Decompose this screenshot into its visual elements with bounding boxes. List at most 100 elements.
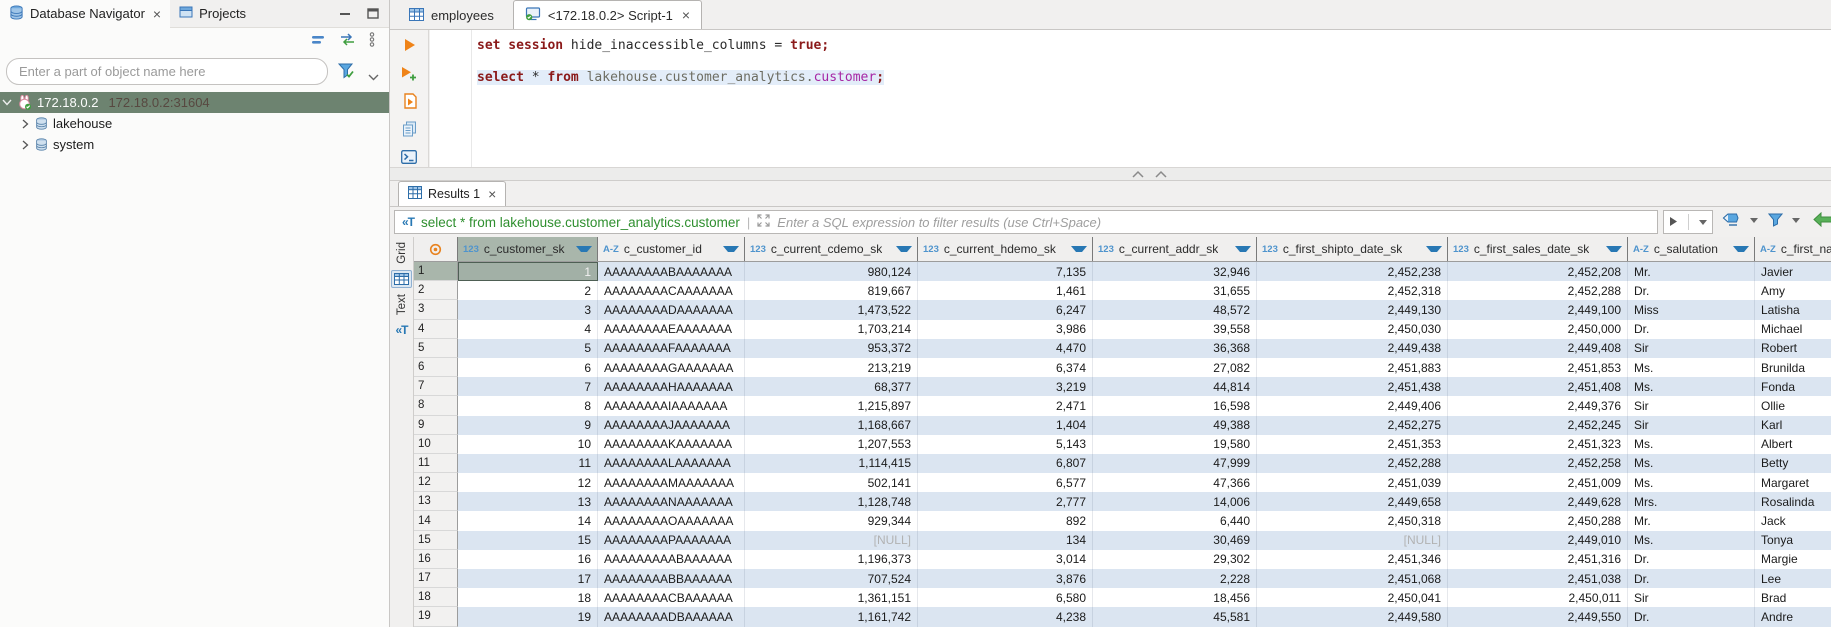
grid-cell[interactable]: 4,238 [918, 607, 1093, 626]
grid-cell[interactable]: 2,449,408 [1448, 339, 1628, 358]
grid-cell[interactable]: 2,451,438 [1257, 377, 1448, 396]
text-presentation-icon[interactable]: «T [391, 321, 412, 339]
grid-cell[interactable]: 2,449,658 [1257, 492, 1448, 511]
grid-cell[interactable]: 1,128,748 [745, 492, 918, 511]
grid-cell[interactable]: 2,452,288 [1257, 454, 1448, 473]
row-number[interactable]: 14 [414, 511, 458, 530]
close-icon[interactable]: × [153, 6, 161, 22]
tab-results-1[interactable]: Results 1 × [398, 181, 506, 206]
grid-cell[interactable]: 16 [458, 550, 598, 569]
grid-cell[interactable]: 707,524 [745, 569, 918, 588]
grid-cell[interactable]: 19,580 [1093, 435, 1257, 454]
grid-cell[interactable]: 2,450,041 [1257, 588, 1448, 607]
erase-filter-icon[interactable] [1722, 213, 1739, 229]
grid-cell[interactable]: 49,388 [1093, 416, 1257, 435]
grid-cell[interactable]: 6,577 [918, 473, 1093, 492]
sort-dropdown-icon[interactable] [723, 246, 739, 252]
grid-cell[interactable]: 2,449,580 [1257, 607, 1448, 626]
grid-cell[interactable]: 30,469 [1093, 531, 1257, 550]
grid-cell[interactable]: 2,471 [918, 396, 1093, 415]
row-number[interactable]: 11 [414, 454, 458, 473]
grid-cell[interactable]: Robert [1755, 339, 1831, 358]
tab-projects[interactable]: Projects [170, 0, 255, 28]
grid-cell[interactable]: AAAAAAAACAAAAAAA [598, 281, 745, 300]
grid-cell[interactable]: 3 [458, 300, 598, 319]
expander-expanded-icon[interactable] [0, 99, 14, 106]
grid-cell[interactable]: 134 [918, 531, 1093, 550]
grid-cell[interactable]: AAAAAAAAKAAAAAAA [598, 435, 745, 454]
tab-database-navigator[interactable]: Database Navigator × [0, 0, 170, 28]
sql-console-icon[interactable] [398, 148, 420, 166]
grid-cell[interactable]: Dr. [1628, 320, 1755, 339]
grid-cell[interactable]: 1,461 [918, 281, 1093, 300]
tab-sql-script[interactable]: <172.18.0.2> Script-1 × [513, 0, 702, 29]
grid-cell[interactable]: Dr. [1628, 281, 1755, 300]
grid-cell[interactable]: Dr. [1628, 607, 1755, 626]
grid-cell[interactable]: 2,449,130 [1257, 300, 1448, 319]
grid-cell[interactable]: 2,451,346 [1257, 550, 1448, 569]
grid-cell[interactable]: 819,667 [745, 281, 918, 300]
grid-cell[interactable]: 31,655 [1093, 281, 1257, 300]
grid-cell[interactable]: 36,368 [1093, 339, 1257, 358]
grid-cell[interactable]: 9 [458, 416, 598, 435]
grid-cell[interactable]: AAAAAAAADBAAAAAA [598, 607, 745, 626]
sort-dropdown-icon[interactable] [1606, 246, 1622, 252]
grid-cell[interactable]: 6 [458, 358, 598, 377]
grid-cell[interactable]: Ms. [1628, 377, 1755, 396]
grid-cell[interactable]: 1,473,522 [745, 300, 918, 319]
grid-cell[interactable]: 2,449,406 [1257, 396, 1448, 415]
grid-cell[interactable]: Sir [1628, 588, 1755, 607]
grid-cell[interactable]: 2,451,353 [1257, 435, 1448, 454]
grid-presentation-icon[interactable] [391, 270, 412, 288]
result-filter-input[interactable]: «T select * from lakehouse.customer_anal… [394, 210, 1658, 234]
grid-cell[interactable]: 14 [458, 511, 598, 530]
grid-cell[interactable]: Sir [1628, 339, 1755, 358]
sort-dropdown-icon[interactable] [1426, 246, 1442, 252]
row-number[interactable]: 10 [414, 435, 458, 454]
grid-cell[interactable]: 15 [458, 531, 598, 550]
grid-cell[interactable]: 11 [458, 454, 598, 473]
column-header-c_current_cdemo_sk[interactable]: 123c_current_cdemo_sk [745, 237, 918, 261]
grid-cell[interactable]: 980,124 [745, 262, 918, 281]
grid-cell[interactable]: 3,986 [918, 320, 1093, 339]
grid-cell[interactable]: 16,598 [1093, 396, 1257, 415]
grid-cell[interactable]: Lee [1755, 569, 1831, 588]
grid-cell[interactable]: 48,572 [1093, 300, 1257, 319]
grid-cell[interactable]: 17 [458, 569, 598, 588]
row-number[interactable]: 8 [414, 396, 458, 415]
row-header-corner[interactable] [414, 237, 458, 261]
grid-cell[interactable]: Brad [1755, 588, 1831, 607]
grid-cell[interactable]: 1,361,151 [745, 588, 918, 607]
column-header-c_customer_id[interactable]: A-Zc_customer_id [598, 237, 745, 261]
grid-cell[interactable]: AAAAAAAAHAAAAAAA [598, 377, 745, 396]
grid-cell[interactable]: Latisha [1755, 300, 1831, 319]
grid-cell[interactable]: 1,404 [918, 416, 1093, 435]
grid-cell[interactable]: 953,372 [745, 339, 918, 358]
grid-cell[interactable]: 1,703,214 [745, 320, 918, 339]
grid-cell[interactable]: 2,450,000 [1448, 320, 1628, 339]
grid-cell[interactable]: Amy [1755, 281, 1831, 300]
grid-cell[interactable]: 6,247 [918, 300, 1093, 319]
grid-cell[interactable]: AAAAAAAANAAAAAAA [598, 492, 745, 511]
column-header-c_current_hdemo_sk[interactable]: 123c_current_hdemo_sk [918, 237, 1093, 261]
grid-cell[interactable]: Ollie [1755, 396, 1831, 415]
grid-cell[interactable]: 929,344 [745, 511, 918, 530]
expand-filter-icon[interactable] [757, 214, 770, 230]
grid-cell[interactable]: Margaret [1755, 473, 1831, 492]
grid-cell[interactable]: Brunilda [1755, 358, 1831, 377]
link-with-editor-icon[interactable] [339, 33, 356, 49]
search-input[interactable] [6, 58, 328, 85]
grid-cell[interactable]: 502,141 [745, 473, 918, 492]
grid-cell[interactable]: 5 [458, 339, 598, 358]
row-number[interactable]: 2 [414, 281, 458, 300]
collapse-all-icon[interactable] [312, 34, 326, 49]
column-header-c_current_addr_sk[interactable]: 123c_current_addr_sk [1093, 237, 1257, 261]
grid-cell[interactable]: AAAAAAAAJAAAAAAA [598, 416, 745, 435]
grid-cell[interactable]: 6,374 [918, 358, 1093, 377]
sort-dropdown-icon[interactable] [1235, 246, 1251, 252]
grid-cell[interactable]: 1 [458, 262, 598, 281]
grid-cell[interactable]: 2,449,628 [1448, 492, 1628, 511]
grid-cell[interactable]: AAAAAAAAFAAAAAAA [598, 339, 745, 358]
grid-cell[interactable]: 10 [458, 435, 598, 454]
tree-item-lakehouse[interactable]: lakehouse [0, 113, 389, 134]
